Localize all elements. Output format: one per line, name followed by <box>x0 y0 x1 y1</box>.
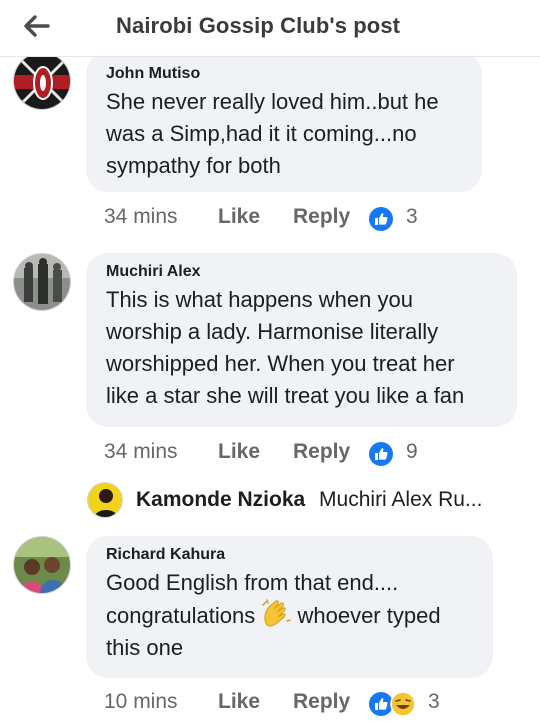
page-title: Nairobi Gossip Club's post <box>116 13 401 38</box>
comment-time: 10 mins <box>104 690 178 713</box>
comment-line: like a star she will treat you like a fa… <box>106 383 465 408</box>
comment-time: 34 mins <box>104 440 178 463</box>
like-icon <box>369 207 393 231</box>
comment-line: congratulations whoever typed <box>106 599 473 632</box>
avatar[interactable] <box>13 536 71 594</box>
comment-line: Good English from that end.... <box>106 570 399 595</box>
reaction-count[interactable]: 9 <box>406 440 418 464</box>
comment-line: worshipped her. When you treat her <box>106 351 455 376</box>
comment-line: sympathy for both <box>106 153 281 178</box>
comment-line: worship a lady. Harmonise literally <box>106 319 439 344</box>
comment-line: This is what happens when you <box>106 287 413 312</box>
avatar[interactable] <box>13 253 71 311</box>
reaction-count[interactable]: 3 <box>428 690 440 714</box>
like-button[interactable]: Like <box>218 205 260 229</box>
reaction-count[interactable]: 3 <box>406 205 418 229</box>
comment-bubble[interactable]: John Mutiso She never really loved him..… <box>86 52 482 192</box>
reply-avatar[interactable] <box>87 482 123 518</box>
comment-bubble[interactable]: Richard Kahura Good English from that en… <box>86 536 493 678</box>
comment-line: She never really loved him..but he <box>106 89 439 114</box>
like-icon <box>369 442 393 466</box>
laughing-emoji <box>390 691 416 717</box>
avatar[interactable] <box>13 52 71 110</box>
comment-author[interactable]: Muchiri Alex <box>106 262 497 282</box>
comment-text: She never really loved him..but he was a… <box>106 86 462 182</box>
comment-text-part: congratulations <box>106 603 256 628</box>
reply-snippet[interactable]: Muchiri Alex Ru... <box>319 488 482 511</box>
comment-actions: 34 mins Like Reply 9 <box>104 440 434 470</box>
clapping-hands-emoji <box>262 599 292 627</box>
comment-text: Good English from that end.... congratul… <box>106 567 473 664</box>
top-bar: Nairobi Gossip Club's post <box>0 0 540 57</box>
back-arrow-icon[interactable] <box>22 12 50 40</box>
comment-author[interactable]: Richard Kahura <box>106 545 473 565</box>
comment-time: 34 mins <box>104 205 178 228</box>
reply-button[interactable]: Reply <box>293 690 350 714</box>
reply-button[interactable]: Reply <box>293 205 350 229</box>
comment-text: This is what happens when you worship a … <box>106 284 497 412</box>
comment-line: was a Simp,had it it coming...no <box>106 121 417 146</box>
reply-button[interactable]: Reply <box>293 440 350 464</box>
comment-line: this one <box>106 635 184 660</box>
comment-bubble[interactable]: Muchiri Alex This is what happens when y… <box>86 253 517 427</box>
comment-author[interactable]: John Mutiso <box>106 64 462 84</box>
like-button[interactable]: Like <box>218 440 260 464</box>
comment-actions: 34 mins Like Reply 3 <box>104 205 434 235</box>
comment-actions: 10 mins Like Reply 3 <box>104 690 464 720</box>
comment-text-part: whoever typed <box>297 603 441 628</box>
reply-preview[interactable]: Kamonde Nzioka Muchiri Alex Ru... <box>136 488 482 512</box>
reply-author[interactable]: Kamonde Nzioka <box>136 488 305 511</box>
like-button[interactable]: Like <box>218 690 260 714</box>
